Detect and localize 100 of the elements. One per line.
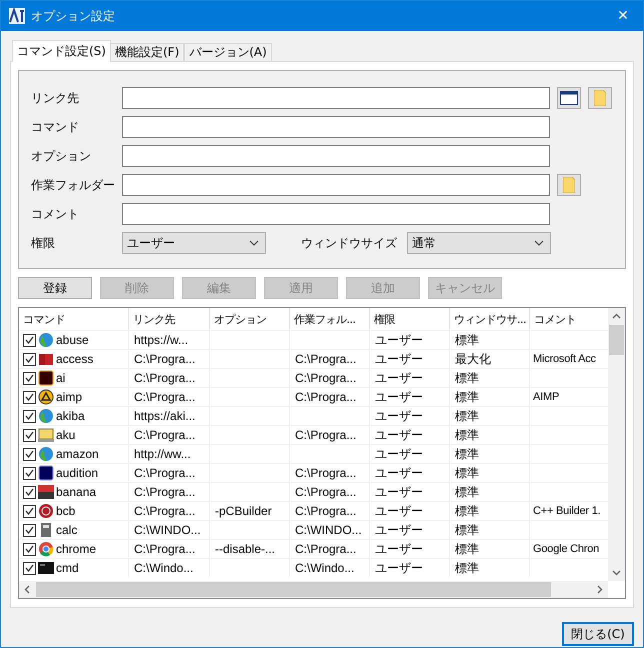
table-cell: C:\Progra... [290, 482, 370, 501]
table-cell: ai [56, 371, 66, 385]
table-cell: ユーザー [370, 349, 450, 368]
globe-icon [38, 446, 54, 462]
table-cell: C:\Progra... [129, 539, 210, 558]
column-header[interactable]: ウィンドウサ... [450, 308, 530, 330]
table-cell: 標準 [450, 406, 530, 425]
table-cell: C:\Progra... [290, 387, 370, 406]
checkbox[interactable] [23, 410, 36, 422]
table-cell: 標準 [450, 330, 530, 349]
table-cell: akiba [56, 409, 85, 423]
scrollbar-thumb[interactable] [36, 582, 551, 597]
checkbox[interactable] [23, 448, 36, 460]
checkbox[interactable] [23, 562, 36, 574]
table-cell: C:\Progra... [129, 425, 210, 444]
app-icon [38, 484, 54, 500]
column-header[interactable]: リンク先 [129, 308, 210, 330]
input-field[interactable] [122, 87, 550, 109]
tab[interactable]: 機能設定(F) [110, 43, 184, 61]
column-header[interactable]: 権限 [370, 308, 450, 330]
table-cell: ユーザー [370, 330, 450, 349]
app-icon [38, 503, 54, 519]
tab[interactable]: バージョン(A) [184, 43, 272, 61]
checkbox[interactable] [23, 334, 36, 346]
app-logo-icon [9, 8, 25, 24]
table-cell: ユーザー [370, 406, 450, 425]
table-cell: 最大化 [450, 349, 530, 368]
app-icon [38, 351, 54, 367]
table-cell: 標準 [450, 520, 530, 539]
table-cell: 標準 [450, 539, 530, 558]
vertical-scrollbar[interactable] [608, 308, 625, 581]
table-cell: C:\Progra... [290, 539, 370, 558]
table-cell: C:\Progra... [129, 368, 210, 387]
table-cell: C:\Progra... [129, 482, 210, 501]
field-label: ウィンドウサイズ [301, 234, 398, 252]
checkbox[interactable] [23, 372, 36, 384]
table-cell: access [56, 352, 94, 366]
close-button[interactable]: 閉じる(C) [562, 622, 634, 646]
caret-icon [249, 240, 259, 246]
window-size-dropdown[interactable]: 通常 [407, 232, 551, 254]
table-cell: audition [56, 466, 98, 480]
table-cell: 標準 [450, 501, 530, 520]
folder-icon [594, 90, 606, 106]
action-button[interactable]: 登録 [18, 277, 92, 299]
checkbox[interactable] [23, 486, 36, 498]
table-cell: 標準 [450, 425, 530, 444]
checkbox[interactable] [23, 504, 36, 518]
table-cell: amazon [56, 447, 99, 461]
scrollbar-thumb[interactable] [609, 325, 624, 355]
table-cell: http://ww... [129, 444, 210, 463]
checkbox[interactable] [23, 352, 36, 366]
table-cell: C:\WINDO... [290, 520, 370, 539]
table-cell: ユーザー [370, 501, 450, 520]
table-cell: 標準 [450, 387, 530, 406]
table-cell: aku [56, 428, 76, 442]
table-cell: ユーザー [370, 444, 450, 463]
table-cell: ユーザー [370, 425, 450, 444]
window-icon [560, 91, 578, 105]
table-cell: ユーザー [370, 387, 450, 406]
window-button[interactable] [557, 87, 581, 109]
table-cell: ユーザー [370, 520, 450, 539]
tab[interactable]: コマンド設定(S) [12, 40, 111, 62]
checkbox[interactable] [23, 542, 36, 556]
checkbox[interactable] [23, 524, 36, 536]
caret-icon [534, 240, 544, 246]
horizontal-scrollbar[interactable] [19, 581, 608, 598]
table-cell: C:\Progra... [129, 463, 210, 482]
table-cell: aimp [56, 390, 82, 404]
input-field[interactable] [122, 145, 550, 167]
table-cell: C:\Windo... [129, 558, 210, 577]
column-header[interactable]: コマンド [19, 308, 129, 330]
input-field[interactable] [122, 203, 550, 225]
table-cell: --disable-... [210, 539, 290, 558]
input-field[interactable] [122, 116, 550, 138]
app-icon [38, 370, 54, 386]
table-cell: C:\Progra... [290, 368, 370, 387]
checkbox[interactable] [23, 428, 36, 442]
table-cell: C:\WINDO... [129, 520, 210, 539]
input-field[interactable] [122, 174, 550, 196]
table-cell: C:\Progra... [290, 425, 370, 444]
table-cell: banana [56, 485, 96, 499]
table-cell: cmd [56, 561, 79, 575]
table-cell: ユーザー [370, 482, 450, 501]
column-header[interactable]: 作業フォル... [290, 308, 370, 330]
permission-dropdown[interactable]: ユーザー [122, 232, 266, 254]
checkbox[interactable] [23, 466, 36, 480]
table-cell: ユーザー [370, 463, 450, 482]
table-cell: C:\Progra... [129, 501, 210, 520]
browser-icon [38, 541, 54, 557]
field-label: 権限 [31, 234, 56, 252]
field-label: コマンド [31, 118, 80, 136]
table-cell: -pCBuilder [210, 501, 290, 520]
globe-icon [38, 332, 54, 348]
table-cell: C:\Progra... [290, 349, 370, 368]
table-cell: 標準 [450, 558, 530, 577]
column-header[interactable]: オプション [210, 308, 290, 330]
table-cell: https://w... [129, 330, 210, 349]
table-cell: C:\Progra... [129, 387, 210, 406]
checkbox[interactable] [23, 390, 36, 404]
app-icon [38, 465, 54, 481]
